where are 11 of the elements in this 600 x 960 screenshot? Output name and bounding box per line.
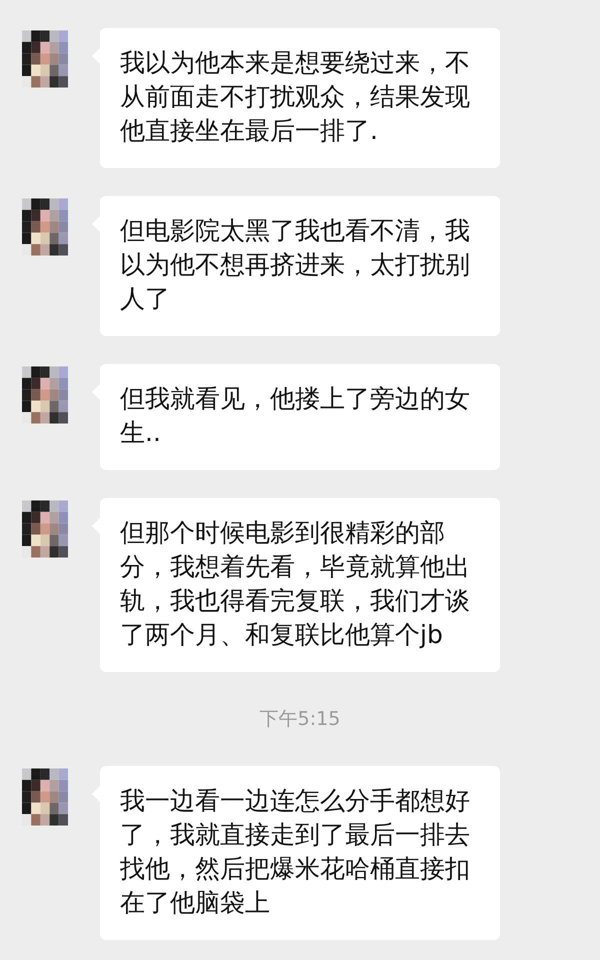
message-bubble: 但我就看见，他搂上了旁边的女生.. — [100, 364, 500, 470]
message-bubble: 我以为他本来是想要绕过来，不从前面走不打扰观众，结果发现他直接坐在最后一排了. — [100, 28, 500, 168]
avatar — [22, 500, 68, 558]
avatar — [22, 198, 68, 256]
timestamp: 下午5:15 — [258, 707, 342, 732]
avatar — [22, 366, 68, 424]
message-bubble: 我一边看一边连怎么分手都想好了，我就直接走到了最后一排去找他，然后把爆米花哈桶直接扣在了他脑袋上 — [100, 766, 500, 940]
message-bubble: 但电影院太黑了我也看不清，我以为他不想再挤进来，太打扰别人了 — [100, 196, 500, 336]
avatar — [22, 30, 68, 88]
avatar — [22, 768, 68, 826]
message-bubble: 但那个时候电影到很精彩的部分，我想着先看，毕竟就算他出轨，我也得看完复联，我们才谈了两个月、和复联比他算个jb — [100, 498, 500, 672]
